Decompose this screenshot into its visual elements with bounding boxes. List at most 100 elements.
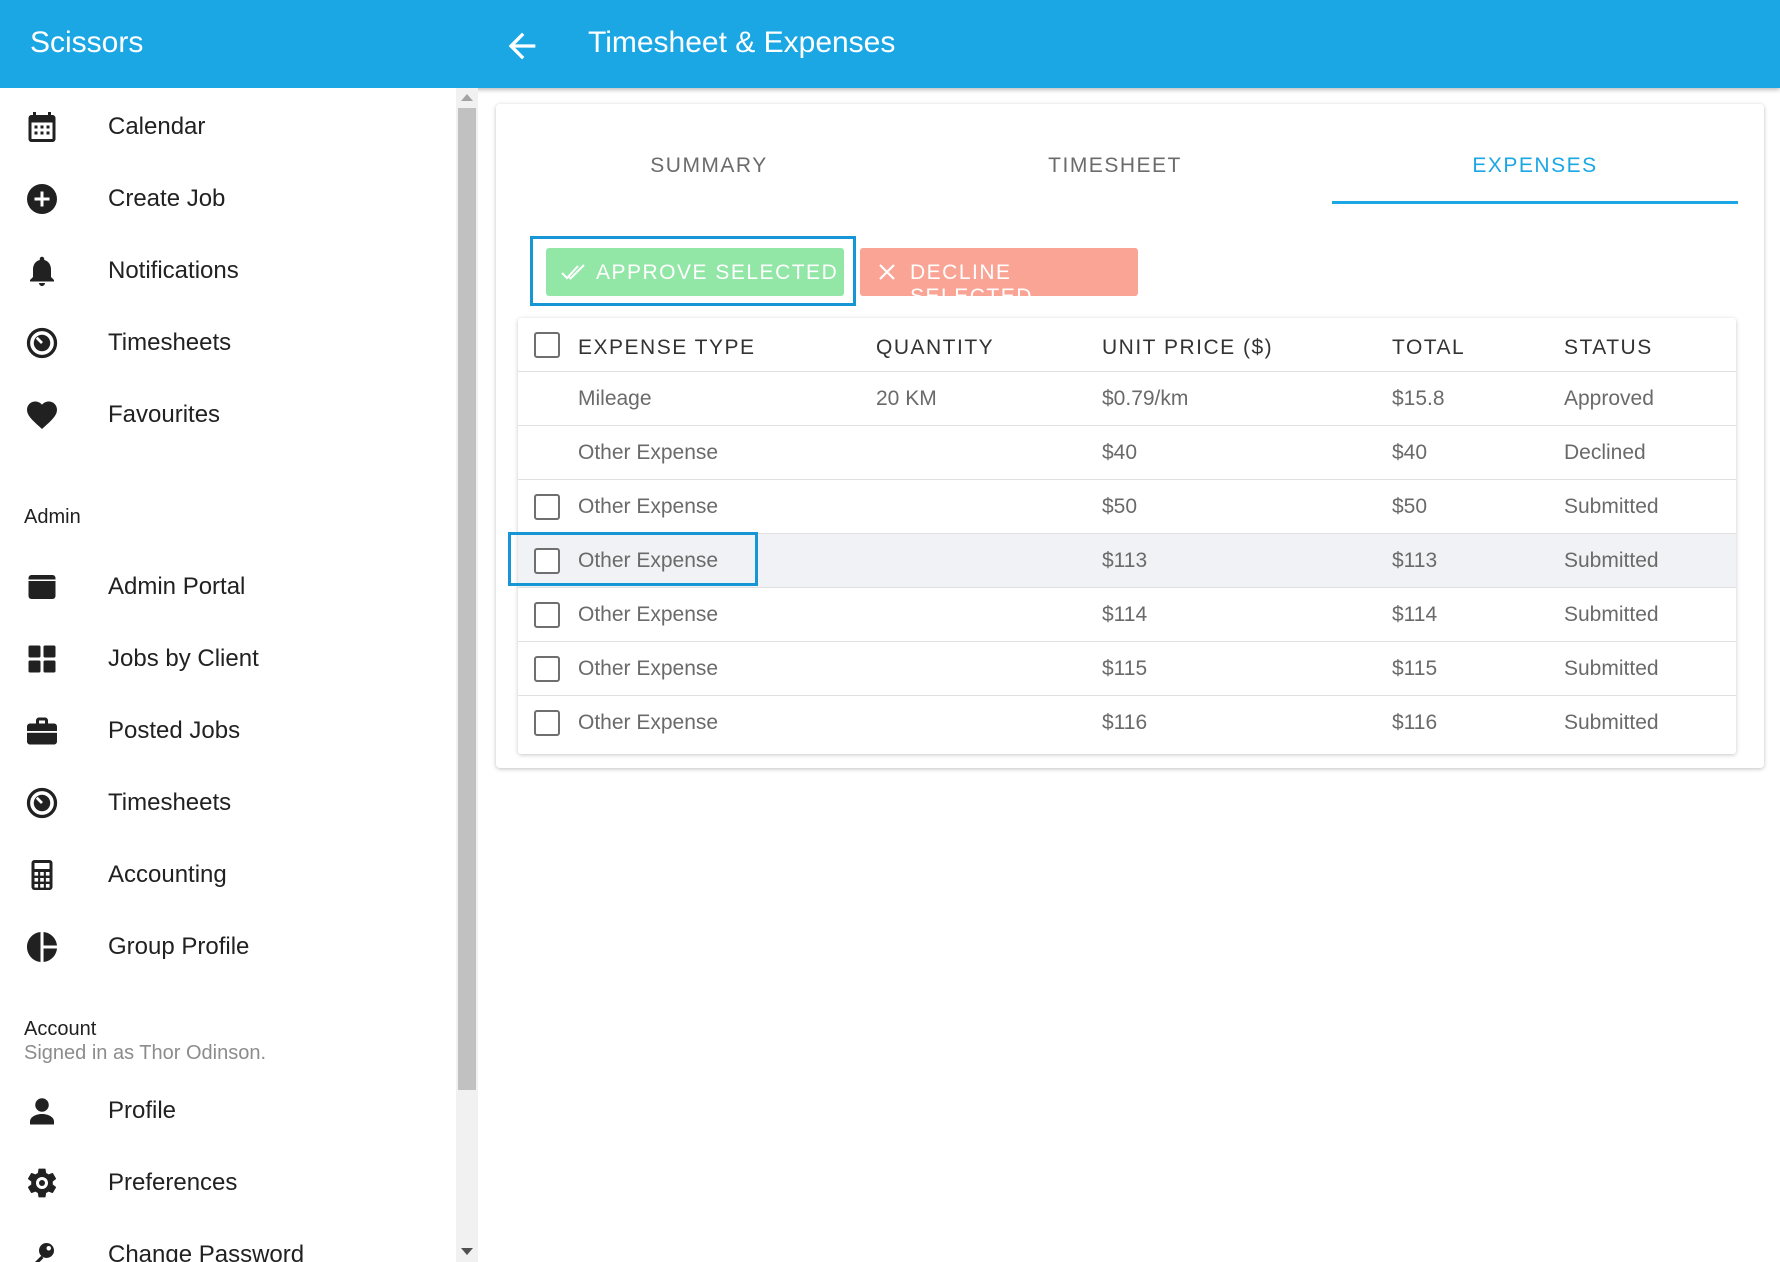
sidebar-item-calendar[interactable]: Calendar [0,95,456,155]
sidebar-item-label: Calendar [108,113,206,140]
back-arrow-icon[interactable] [502,26,542,66]
heart-icon [27,401,57,430]
cell-total: $116 [1392,711,1438,734]
cell-unit-price: $50 [1102,495,1138,518]
cell-status: Submitted [1564,603,1659,626]
sidebar-item-label: Jobs by Client [108,645,259,672]
cell-status: Submitted [1564,657,1659,680]
sidebar-item-label: Timesheets [108,789,232,816]
table-header-row: EXPENSE TYPE QUANTITY UNIT PRICE ($) TOT… [518,318,1736,372]
decline-selected-button[interactable]: DECLINE SELECTED [860,248,1138,308]
row-checkbox[interactable] [534,710,560,736]
cell-status: Submitted [1564,711,1659,734]
tab-summary[interactable]: SUMMARY [506,144,912,204]
column-header-expense-type[interactable]: EXPENSE TYPE [578,336,756,360]
sidebar-item-admin-timesheets[interactable]: Timesheets [0,771,456,831]
tab-expenses[interactable]: EXPENSES [1332,144,1738,204]
window-icon [28,575,56,599]
signed-in-status: Signed in as Thor Odinson. [24,1042,267,1064]
cell-quantity: 20 KM [876,387,937,410]
cell-status: Declined [1564,441,1646,464]
admin-section-title: Admin [24,506,81,528]
scroll-down-arrow-icon[interactable] [461,1248,473,1255]
cell-total: $114 [1392,603,1438,626]
sidebar-scrollbar[interactable] [456,88,478,1262]
app-title: Scissors [30,26,144,59]
column-header-status[interactable]: STATUS [1564,336,1653,360]
sidebar: Calendar Create Job Notifications Timesh… [0,88,456,1262]
sidebar-item-timesheets[interactable]: Timesheets [0,311,456,371]
sidebar-item-label: Posted Jobs [108,717,241,744]
sidebar-item-label: Change Password [108,1241,305,1262]
sidebar-item-notifications[interactable]: Notifications [0,239,456,299]
cell-unit-price: $113 [1102,549,1148,572]
approve-button-focus-outline [530,236,856,306]
sidebar-item-label: Admin Portal [108,573,246,600]
row-checkbox[interactable] [534,602,560,628]
bell-icon [30,256,54,286]
column-header-total[interactable]: TOTAL [1392,336,1465,360]
cell-total: $50 [1392,495,1428,518]
column-header-unit-price[interactable]: UNIT PRICE ($) [1102,336,1273,360]
sidebar-item-group-profile[interactable]: Group Profile [0,915,456,975]
cell-unit-price: $116 [1102,711,1148,734]
row-checkbox[interactable] [534,656,560,682]
page-title: Timesheet & Expenses [588,26,896,59]
column-header-quantity[interactable]: QUANTITY [876,336,994,360]
calendar-icon [28,112,56,142]
sidebar-item-label: Group Profile [108,933,250,960]
table-row[interactable]: Other Expense $114 $114 Submitted [518,588,1736,642]
sidebar-item-accounting[interactable]: Accounting [0,843,456,903]
table-row[interactable]: Other Expense $116 $116 Submitted [518,696,1736,750]
cell-unit-price: $115 [1102,657,1148,680]
sidebar-item-label: Favourites [108,401,221,428]
cell-unit-price: $114 [1102,603,1148,626]
sidebar-item-favourites[interactable]: Favourites [0,383,456,443]
timer-icon [26,787,58,819]
cell-total: $40 [1392,441,1428,464]
sidebar-item-label: Accounting [108,861,227,888]
table-row[interactable]: Other Expense $50 $50 Submitted [518,480,1736,534]
calculator-icon [31,860,53,890]
cell-total: $115 [1392,657,1438,680]
sidebar-item-preferences[interactable]: Preferences [0,1151,456,1211]
scroll-up-arrow-icon[interactable] [461,94,473,101]
cell-status: Submitted [1564,549,1659,572]
sidebar-item-label: Create Job [108,185,226,212]
row-checkbox-focus-outline [508,532,758,586]
cell-expense-type: Other Expense [578,495,719,518]
cell-expense-type: Other Expense [578,603,719,626]
cell-status: Submitted [1564,495,1659,518]
expenses-table: EXPENSE TYPE QUANTITY UNIT PRICE ($) TOT… [508,318,1736,754]
table-row[interactable]: Mileage 20 KM $0.79/km $15.8 Approved [518,372,1736,426]
app-bar: Scissors Timesheet & Expenses [0,0,1780,88]
briefcase-icon [27,717,57,745]
plus-circle-icon [27,184,57,214]
sidebar-item-label: Notifications [108,257,239,284]
sidebar-item-admin-portal[interactable]: Admin Portal [0,555,456,615]
select-all-checkbox[interactable] [534,332,560,358]
sidebar-item-posted-jobs[interactable]: Posted Jobs [0,699,456,759]
sidebar-item-profile[interactable]: Profile [0,1079,456,1139]
cell-status: Approved [1564,387,1654,410]
sidebar-item-label: Profile [108,1097,177,1124]
cell-unit-price: $0.79/km [1102,387,1189,410]
sidebar-item-create-job[interactable]: Create Job [0,167,456,227]
scrollbar-thumb[interactable] [458,108,476,1090]
sidebar-item-change-password[interactable]: Change Password [0,1223,456,1262]
cell-expense-type: Other Expense [578,711,719,734]
tab-timesheet[interactable]: TIMESHEET [912,144,1318,204]
table-row[interactable]: Other Expense $115 $115 Submitted [518,642,1736,696]
cell-expense-type: Mileage [578,387,652,410]
grid-icon [28,645,56,673]
key-icon [35,1243,54,1262]
person-icon [30,1098,54,1125]
expenses-card: SUMMARY TIMESHEET EXPENSES APPROVE SELEC… [496,104,1764,768]
sidebar-item-label: Preferences [108,1169,238,1196]
gear-icon [27,1168,57,1198]
sidebar-item-jobs-by-client[interactable]: Jobs by Client [0,627,456,687]
table-row[interactable]: Other Expense $40 $40 Declined [518,426,1736,480]
row-checkbox[interactable] [534,494,560,520]
pie-chart-icon [27,932,57,962]
cell-expense-type: Other Expense [578,441,719,464]
